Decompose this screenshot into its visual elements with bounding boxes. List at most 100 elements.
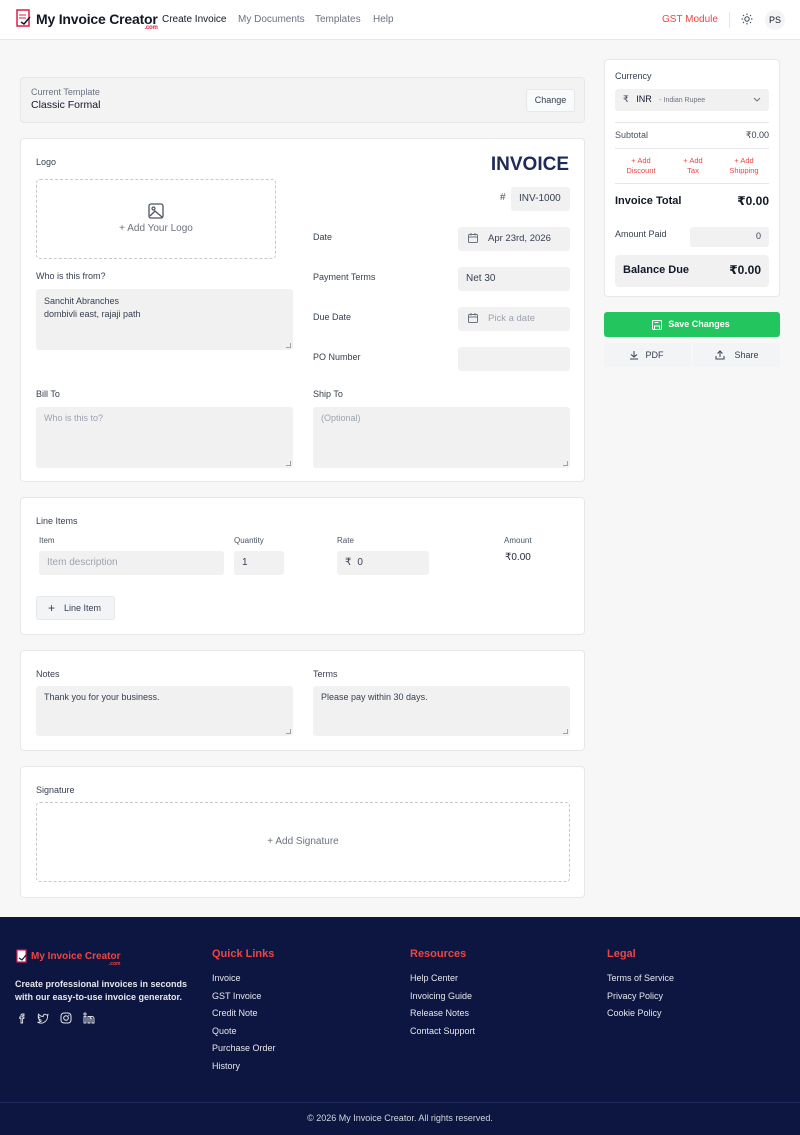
footer-link-gst-invoice[interactable]: GST Invoice bbox=[212, 991, 261, 1001]
ship-to-textarea[interactable]: (Optional) bbox=[313, 407, 570, 468]
amount-paid-input[interactable]: 0 bbox=[690, 227, 769, 247]
add-discount-button[interactable]: + Add Discount bbox=[619, 156, 663, 176]
divider bbox=[615, 122, 769, 123]
add-tax-text-1: + Add bbox=[683, 156, 703, 165]
bill-to-textarea[interactable]: Who is this to? bbox=[36, 407, 293, 468]
add-tax-text-2: Tax bbox=[687, 166, 699, 175]
footer-link-credit-note[interactable]: Credit Note bbox=[212, 1008, 258, 1018]
line-amount: ₹0.00 bbox=[505, 552, 531, 563]
facebook-icon[interactable] bbox=[16, 1012, 28, 1024]
invoice-details-card: Logo + Add Your Logo INVOICE # INV-1000 … bbox=[20, 138, 585, 482]
resize-handle[interactable] bbox=[286, 343, 291, 348]
header-divider bbox=[729, 12, 730, 28]
linkedin-icon[interactable] bbox=[83, 1012, 95, 1024]
brand-logo[interactable]: My Invoice Creator .com bbox=[16, 9, 158, 31]
footer-link-invoicing-guide[interactable]: Invoicing Guide bbox=[410, 991, 472, 1001]
share-button[interactable]: Share bbox=[693, 343, 780, 367]
bill-to-label: Bill To bbox=[36, 389, 60, 399]
notes-card: Notes Thank you for your business. Terms… bbox=[20, 650, 585, 751]
currency-select[interactable]: ₹ INR - Indian Rupee bbox=[615, 89, 769, 111]
resize-handle[interactable] bbox=[286, 461, 291, 466]
invoice-title: INVOICE bbox=[490, 154, 569, 175]
image-icon bbox=[148, 203, 164, 219]
resize-handle[interactable] bbox=[563, 729, 568, 734]
add-discount-text-1: + Add bbox=[631, 156, 651, 165]
terms-value: Please pay within 30 days. bbox=[321, 692, 428, 702]
due-date-placeholder: Pick a date bbox=[488, 313, 535, 324]
rate-input[interactable]: ₹0 bbox=[337, 551, 429, 575]
footer-link-history[interactable]: History bbox=[212, 1061, 240, 1071]
footer-link-cookie-policy[interactable]: Cookie Policy bbox=[607, 1008, 662, 1018]
footer-brand-logo[interactable]: My Invoice Creator .com bbox=[16, 949, 121, 967]
share-label: Share bbox=[734, 350, 759, 360]
from-textarea[interactable]: Sanchit Abranches dombivli east, rajaji … bbox=[36, 289, 293, 350]
terms-textarea[interactable]: Please pay within 30 days. bbox=[313, 686, 570, 736]
invoice-number-input[interactable]: INV-1000 bbox=[511, 187, 570, 211]
item-description-input[interactable]: Item description bbox=[39, 551, 224, 575]
rate-currency-symbol: ₹ bbox=[345, 557, 352, 568]
invoice-total-value: ₹0.00 bbox=[737, 194, 769, 208]
payment-terms-label: Payment Terms bbox=[313, 272, 376, 282]
date-value: Apr 23rd, 2026 bbox=[488, 233, 551, 244]
line-items-card: Line Items Item Quantity Rate Amount Ite… bbox=[20, 497, 585, 635]
logo-label: Logo bbox=[36, 157, 57, 167]
add-discount-text-2: Discount bbox=[626, 166, 656, 175]
nav-help[interactable]: Help bbox=[373, 14, 394, 25]
nav-my-documents[interactable]: My Documents bbox=[238, 14, 305, 25]
avatar[interactable]: PS bbox=[765, 10, 785, 30]
payment-terms-input[interactable]: Net 30 bbox=[458, 267, 570, 291]
footer-divider bbox=[0, 1102, 800, 1103]
signature-area[interactable]: + Add Signature bbox=[36, 802, 570, 882]
due-date-picker[interactable]: Pick a date bbox=[458, 307, 570, 331]
balance-due-label: Balance Due bbox=[623, 264, 690, 276]
share-icon bbox=[715, 350, 725, 360]
pdf-button[interactable]: PDF bbox=[604, 343, 691, 367]
calendar-icon bbox=[468, 313, 478, 323]
nav-create-invoice[interactable]: Create Invoice bbox=[162, 14, 226, 25]
from-label: Who is this from? bbox=[36, 271, 106, 281]
col-quantity: Quantity bbox=[234, 536, 264, 545]
po-number-input[interactable] bbox=[458, 347, 570, 371]
ship-to-placeholder: (Optional) bbox=[321, 413, 361, 423]
footer-link-invoice[interactable]: Invoice bbox=[212, 973, 241, 983]
footer-link-quote[interactable]: Quote bbox=[212, 1026, 237, 1036]
footer-link-help-center[interactable]: Help Center bbox=[410, 973, 458, 983]
add-shipping-button[interactable]: + Add Shipping bbox=[722, 156, 766, 176]
divider bbox=[615, 148, 769, 149]
twitter-icon[interactable] bbox=[37, 1012, 49, 1024]
footer-link-purchase-order[interactable]: Purchase Order bbox=[212, 1043, 276, 1053]
subtotal-value: ₹0.00 bbox=[745, 130, 769, 140]
footer-brand-sub: .com bbox=[108, 961, 121, 967]
due-date-label: Due Date bbox=[313, 312, 352, 322]
signature-label: Signature bbox=[36, 785, 75, 795]
notes-textarea[interactable]: Thank you for your business. bbox=[36, 686, 293, 736]
current-template-label: Current Template bbox=[31, 87, 100, 97]
resize-handle[interactable] bbox=[563, 461, 568, 466]
bill-to-placeholder: Who is this to? bbox=[44, 413, 104, 423]
footer-link-terms-of-service[interactable]: Terms of Service bbox=[607, 973, 674, 983]
date-picker[interactable]: Apr 23rd, 2026 bbox=[458, 227, 570, 251]
save-changes-label: Save Changes bbox=[668, 319, 730, 329]
footer-link-privacy-policy[interactable]: Privacy Policy bbox=[607, 991, 663, 1001]
add-line-item-label: Line Item bbox=[63, 603, 102, 613]
currency-code: INR bbox=[636, 94, 652, 104]
save-changes-button[interactable]: Save Changes bbox=[604, 312, 780, 337]
quantity-input[interactable]: 1 bbox=[234, 551, 284, 575]
currency-symbol: ₹ bbox=[623, 94, 629, 104]
change-template-button[interactable]: Change bbox=[526, 89, 575, 112]
ship-to-label: Ship To bbox=[313, 389, 343, 399]
invoice-logo-icon bbox=[16, 9, 31, 27]
footer-link-contact-support[interactable]: Contact Support bbox=[410, 1026, 475, 1036]
footer-link-release-notes[interactable]: Release Notes bbox=[410, 1008, 469, 1018]
logo-upload-area[interactable]: + Add Your Logo bbox=[36, 179, 276, 259]
resize-handle[interactable] bbox=[286, 729, 291, 734]
add-tax-button[interactable]: + Add Tax bbox=[671, 156, 715, 176]
gst-module-link[interactable]: GST Module bbox=[662, 14, 718, 25]
sun-icon[interactable] bbox=[741, 13, 753, 25]
from-line-2: dombivli east, rajaji path bbox=[44, 308, 141, 319]
terms-label: Terms bbox=[313, 669, 338, 679]
add-line-item-button[interactable]: + Line Item bbox=[36, 596, 115, 620]
instagram-icon[interactable] bbox=[60, 1012, 72, 1024]
nav-templates[interactable]: Templates bbox=[315, 14, 361, 25]
subtotal-label: Subtotal bbox=[615, 130, 649, 140]
